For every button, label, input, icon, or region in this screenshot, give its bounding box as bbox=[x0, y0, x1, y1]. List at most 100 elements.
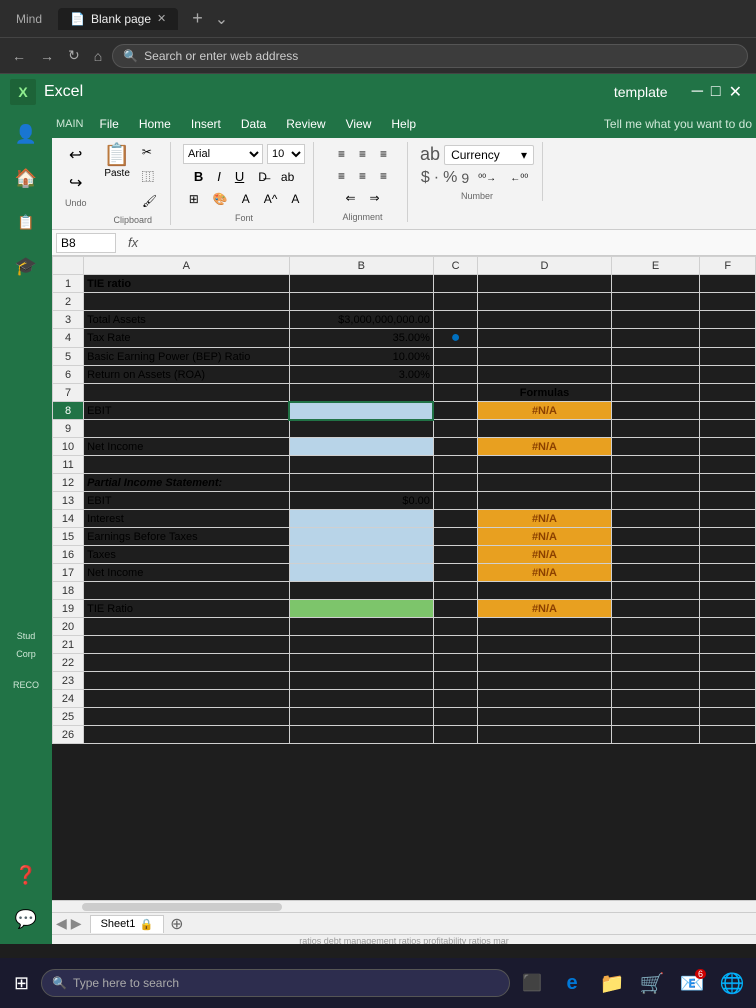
cell-e11[interactable] bbox=[611, 456, 700, 474]
sidebar-item-work[interactable] bbox=[8, 439, 44, 475]
sidebar-item-user[interactable]: 👤 bbox=[8, 116, 44, 152]
cell-b9[interactable] bbox=[289, 420, 433, 438]
cell-a16[interactable]: Taxes bbox=[84, 546, 289, 564]
cell-a18[interactable] bbox=[84, 582, 289, 600]
cell-c17[interactable] bbox=[433, 564, 477, 582]
cell-f20[interactable] bbox=[700, 618, 756, 636]
cell-e5[interactable] bbox=[611, 348, 700, 366]
align-right-top-button[interactable]: ≡ bbox=[375, 144, 392, 164]
cell-a19[interactable]: TIE Ratio bbox=[84, 600, 289, 618]
cell-d22[interactable] bbox=[478, 654, 611, 672]
sidebar-item-chat[interactable]: 💬 bbox=[8, 902, 44, 938]
cell-b21[interactable] bbox=[289, 636, 433, 654]
font-size-dec[interactable]: A bbox=[286, 189, 304, 209]
cell-e18[interactable] bbox=[611, 582, 700, 600]
cell-e25[interactable] bbox=[611, 708, 700, 726]
cell-b10[interactable] bbox=[289, 438, 433, 456]
cell-b23[interactable] bbox=[289, 672, 433, 690]
cell-e10[interactable] bbox=[611, 438, 700, 456]
taskbar-task-view-button[interactable]: ⬛ bbox=[514, 965, 550, 1001]
cell-e16[interactable] bbox=[611, 546, 700, 564]
col-header-c[interactable]: C bbox=[433, 257, 477, 275]
cell-b16[interactable] bbox=[289, 546, 433, 564]
cell-a12[interactable]: Partial Income Statement: bbox=[84, 474, 289, 492]
cell-d8[interactable]: #N/A bbox=[478, 402, 611, 420]
cell-a4[interactable]: Tax Rate bbox=[84, 329, 289, 348]
refresh-button[interactable]: ↻ bbox=[64, 45, 84, 66]
indent-inc-button[interactable]: ⇒ bbox=[365, 188, 385, 208]
bold-button[interactable]: B bbox=[189, 166, 208, 187]
cell-a5[interactable]: Basic Earning Power (BEP) Ratio bbox=[84, 348, 289, 366]
horizontal-scrollbar[interactable] bbox=[82, 903, 282, 911]
cell-d26[interactable] bbox=[478, 726, 611, 744]
font-family-select[interactable]: Arial bbox=[183, 144, 263, 164]
cell-b4[interactable]: 35.00% bbox=[289, 329, 433, 348]
cell-f7[interactable] bbox=[700, 384, 756, 402]
cell-d13[interactable] bbox=[478, 492, 611, 510]
cell-b1[interactable] bbox=[289, 275, 433, 293]
browser-tab-mind[interactable]: Mind bbox=[8, 8, 50, 30]
cell-c2[interactable] bbox=[433, 293, 477, 311]
cell-f4[interactable] bbox=[700, 329, 756, 348]
copy-button[interactable]: ⿲ bbox=[137, 165, 162, 188]
cell-c14[interactable] bbox=[433, 510, 477, 528]
menu-home[interactable]: Home bbox=[129, 114, 181, 134]
cell-a23[interactable] bbox=[84, 672, 289, 690]
cell-c8[interactable] bbox=[433, 402, 477, 420]
cell-c24[interactable] bbox=[433, 690, 477, 708]
menu-review[interactable]: Review bbox=[276, 114, 335, 134]
taskbar-edge-button[interactable]: e bbox=[554, 965, 590, 1001]
cell-b13[interactable]: $0.00 bbox=[289, 492, 433, 510]
cell-e17[interactable] bbox=[611, 564, 700, 582]
cell-e24[interactable] bbox=[611, 690, 700, 708]
forward-button[interactable]: → bbox=[36, 46, 58, 66]
cell-c3[interactable] bbox=[433, 311, 477, 329]
cell-f1[interactable] bbox=[700, 275, 756, 293]
menu-file[interactable]: File bbox=[90, 114, 129, 134]
scroll-right-tab-button[interactable]: ▶ bbox=[71, 915, 82, 932]
window-minimize-button[interactable]: ─ bbox=[692, 83, 703, 101]
align-left-button[interactable]: ≡ bbox=[333, 166, 350, 186]
sidebar-item-grad[interactable]: 🎓 bbox=[8, 248, 44, 284]
cut-button[interactable]: ✂ bbox=[137, 142, 162, 162]
cell-c4[interactable]: ● bbox=[433, 329, 477, 348]
home-button[interactable]: ⌂ bbox=[90, 46, 106, 66]
cell-c9[interactable] bbox=[433, 420, 477, 438]
cell-c10[interactable] bbox=[433, 438, 477, 456]
cell-f11[interactable] bbox=[700, 456, 756, 474]
cell-e19[interactable] bbox=[611, 600, 700, 618]
cell-f2[interactable] bbox=[700, 293, 756, 311]
cell-d18[interactable] bbox=[478, 582, 611, 600]
cell-e22[interactable] bbox=[611, 654, 700, 672]
cell-b11[interactable] bbox=[289, 456, 433, 474]
cell-e26[interactable] bbox=[611, 726, 700, 744]
sheet1-tab[interactable]: Sheet1 🔒 bbox=[90, 915, 165, 933]
cell-f12[interactable] bbox=[700, 474, 756, 492]
cell-c11[interactable] bbox=[433, 456, 477, 474]
cell-a2[interactable] bbox=[84, 293, 289, 311]
cell-e20[interactable] bbox=[611, 618, 700, 636]
sidebar-item-help[interactable]: ❓ bbox=[8, 858, 44, 894]
cell-f5[interactable] bbox=[700, 348, 756, 366]
cell-d12[interactable] bbox=[478, 474, 611, 492]
cell-b15[interactable] bbox=[289, 528, 433, 546]
cell-a22[interactable] bbox=[84, 654, 289, 672]
cell-f10[interactable] bbox=[700, 438, 756, 456]
cell-d3[interactable] bbox=[478, 311, 611, 329]
cell-c26[interactable] bbox=[433, 726, 477, 744]
paste-button[interactable]: 📋 Paste bbox=[103, 142, 130, 179]
cell-f14[interactable] bbox=[700, 510, 756, 528]
cell-a26[interactable] bbox=[84, 726, 289, 744]
cell-e23[interactable] bbox=[611, 672, 700, 690]
cell-a21[interactable] bbox=[84, 636, 289, 654]
cell-d21[interactable] bbox=[478, 636, 611, 654]
cell-reference-input[interactable] bbox=[56, 233, 116, 253]
add-sheet-button[interactable]: ⊕ bbox=[170, 914, 183, 934]
cell-b24[interactable] bbox=[289, 690, 433, 708]
cell-f16[interactable] bbox=[700, 546, 756, 564]
cell-b18[interactable] bbox=[289, 582, 433, 600]
cell-d24[interactable] bbox=[478, 690, 611, 708]
tab-close-icon[interactable]: ✕ bbox=[157, 12, 166, 25]
cell-f22[interactable] bbox=[700, 654, 756, 672]
underline-button[interactable]: U bbox=[230, 166, 249, 187]
